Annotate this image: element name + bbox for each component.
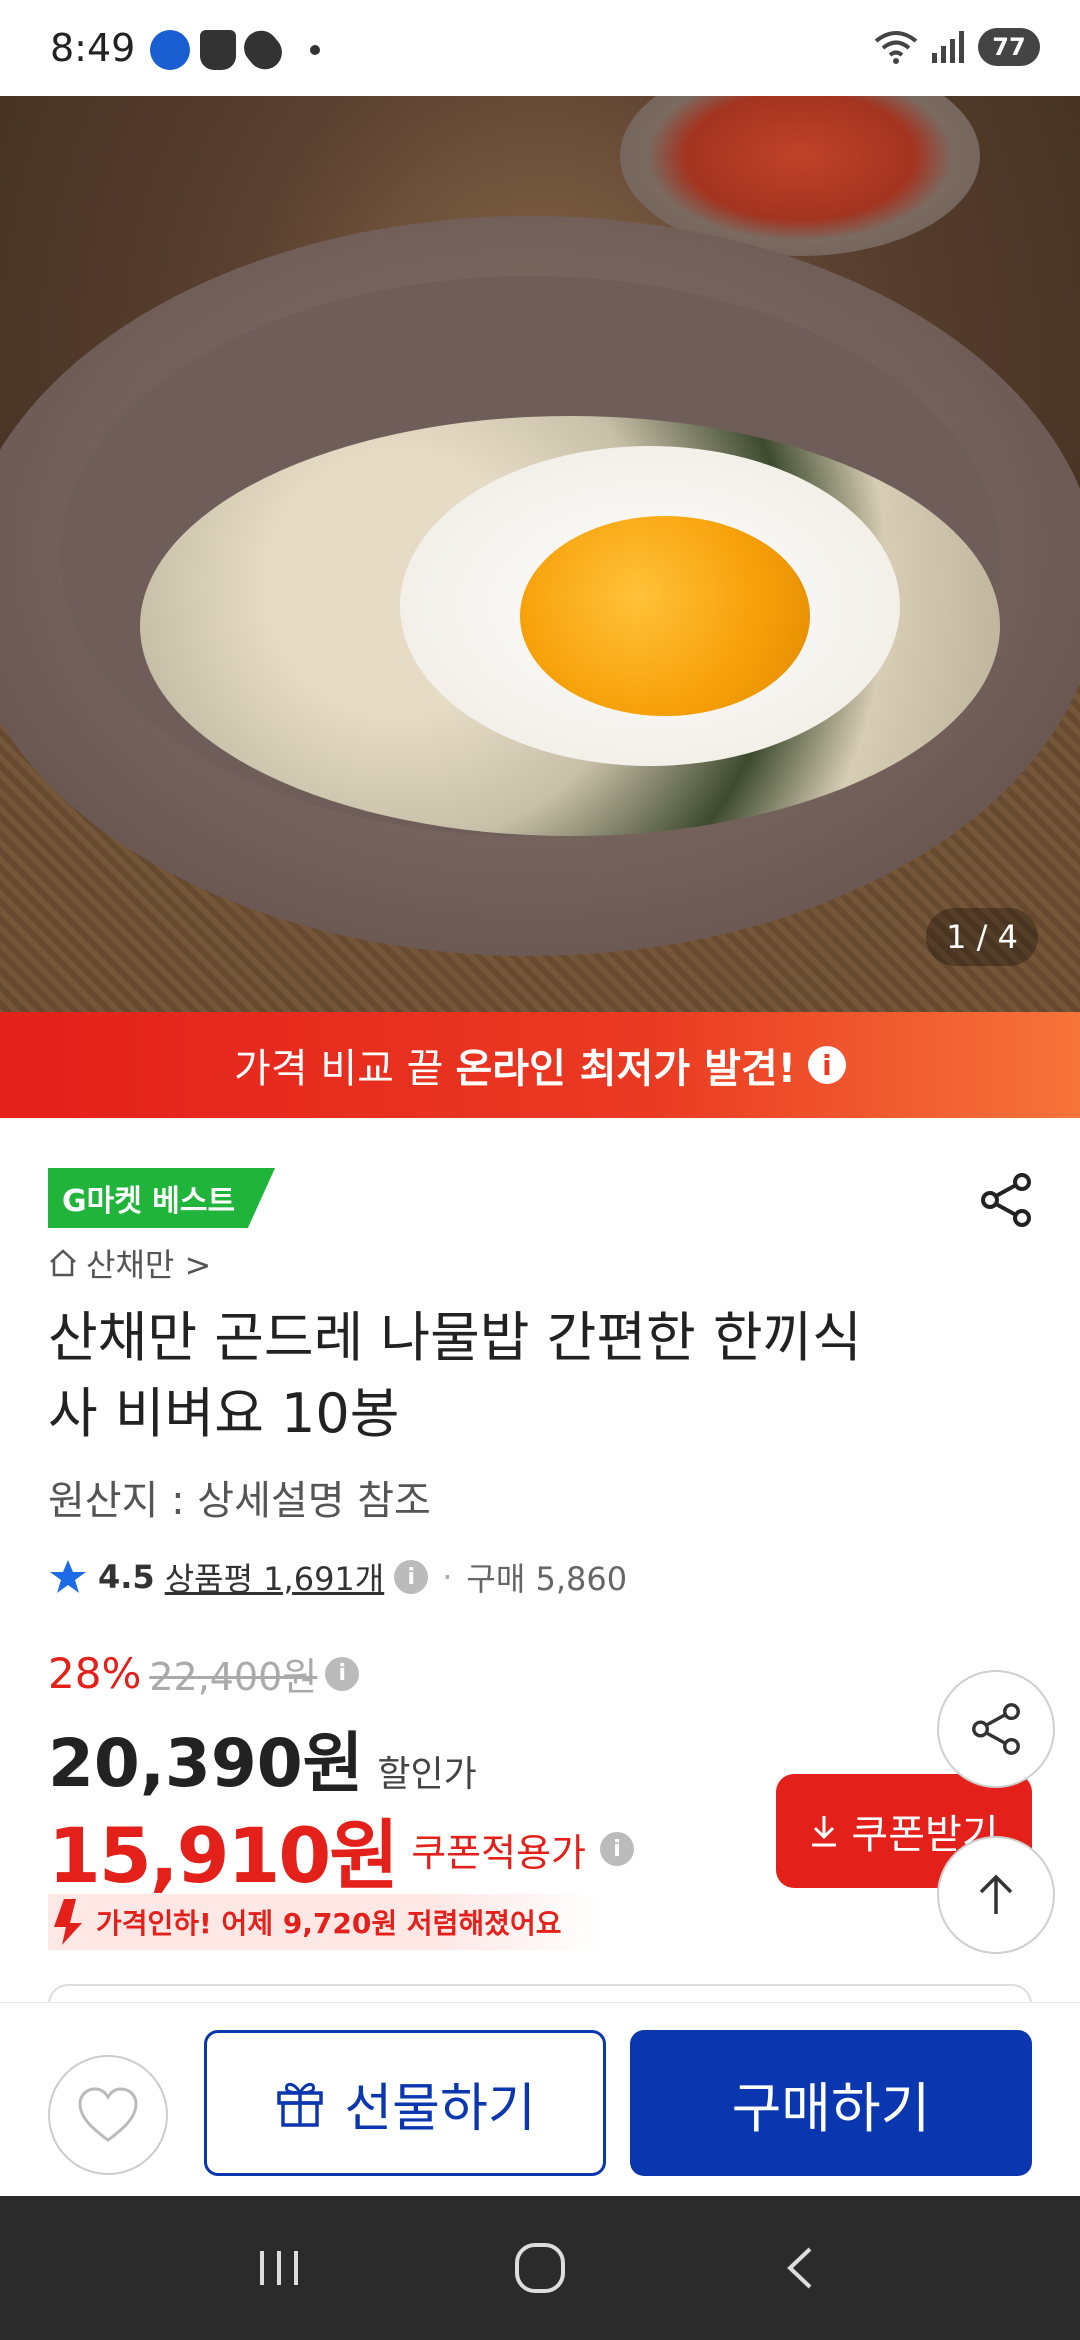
coupon-price: 15,910원 (48, 1811, 399, 1900)
review-link[interactable]: 상품평 1,691개 (165, 1554, 385, 1600)
pill-icon (237, 23, 289, 77)
status-bar: 8:49 77 (0, 0, 1080, 96)
discount-row: 28% 22,400원 i (48, 1646, 360, 1701)
rating-row: 4.5 상품평 1,691개 i · 구매 5,860 (48, 1554, 627, 1600)
coupon-price-row: 15,910원 쿠폰적용가 i (48, 1794, 635, 1904)
product-origin: 원산지 : 상세설명 참조 (48, 1478, 431, 1524)
info-icon[interactable]: i (807, 1046, 846, 1084)
lowest-price-banner[interactable]: 가격 비교 끝 온라인 최저가 발견! i (0, 1012, 1080, 1118)
battery-indicator: 77 (978, 28, 1040, 66)
home-button-icon[interactable] (512, 2240, 568, 2296)
download-icon (812, 1816, 837, 1847)
coupon-info-icon[interactable]: i (600, 1832, 635, 1866)
coupon-price-label: 쿠폰적용가 (411, 1830, 587, 1875)
discount-rate: 28% (48, 1649, 142, 1698)
image-page-indicator: 1 / 4 (926, 908, 1038, 966)
price-info-icon[interactable]: i (325, 1656, 360, 1691)
app-notification-icon (150, 30, 190, 70)
system-icons: 77 (874, 28, 1040, 66)
separator-dot: · (442, 1558, 453, 1596)
heart-icon (78, 2087, 138, 2142)
store-name: 산채만 > (86, 1246, 212, 1284)
review-info-icon[interactable]: i (394, 1560, 429, 1594)
product-image[interactable]: 1 / 4 (0, 96, 1080, 1012)
sale-price: 20,390원 (48, 1725, 364, 1802)
bottom-action-bar: 선물하기 구매하기 (0, 2002, 1080, 2196)
product-title: 산채만 곤드레 나물밥 간편한 한끼식사 비벼요 10봉 (48, 1306, 862, 1445)
original-price: 22,400원 (149, 1655, 318, 1699)
promo-bold-text: 온라인 최저가 발견! (455, 1046, 796, 1092)
buy-button-label: 구매하기 (731, 2076, 931, 2140)
back-icon[interactable] (776, 2243, 826, 2293)
more-dot-icon (310, 45, 320, 55)
notification-icons (150, 23, 320, 77)
floating-share-button[interactable] (937, 1670, 1055, 1788)
recent-apps-icon[interactable] (254, 2243, 304, 2293)
wishlist-button[interactable] (48, 2055, 168, 2175)
arrow-up-icon (979, 1874, 1013, 1914)
coffee-icon (200, 30, 236, 70)
best-badge: G마켓 베스트 (48, 1168, 276, 1228)
status-time: 8:49 (50, 26, 136, 70)
sale-price-label: 할인가 (377, 1754, 477, 1795)
signal-icon (932, 31, 964, 63)
rating-value: 4.5 (98, 1558, 155, 1596)
share-icon (972, 1703, 1020, 1755)
price-drop-arrow-icon (54, 1899, 82, 1945)
gift-icon (277, 2082, 324, 2127)
wifi-icon (874, 31, 918, 64)
system-navigation-bar (0, 2196, 1080, 2340)
scroll-to-top-button[interactable] (937, 1836, 1055, 1954)
share-icon[interactable] (976, 1170, 1036, 1230)
purchase-count: 구매 5,860 (466, 1560, 628, 1598)
sale-price-row: 20,390원 할인가 (48, 1710, 477, 1806)
gift-button-label: 선물하기 (344, 2078, 536, 2139)
price-drop-text: 가격인하! 어제 9,720원 저렴해졌어요 (96, 1907, 562, 1940)
fried-egg-yolk (520, 516, 810, 716)
buy-button[interactable]: 구매하기 (630, 2030, 1032, 2176)
gift-button[interactable]: 선물하기 (204, 2030, 606, 2176)
star-icon (50, 1560, 86, 1593)
home-icon (50, 1249, 76, 1277)
price-drop-notice: 가격인하! 어제 9,720원 저렴해졌어요 (48, 1894, 602, 1950)
promo-text: 가격 비교 끝 (234, 1046, 444, 1092)
store-link[interactable]: 산채만 > (48, 1240, 211, 1286)
